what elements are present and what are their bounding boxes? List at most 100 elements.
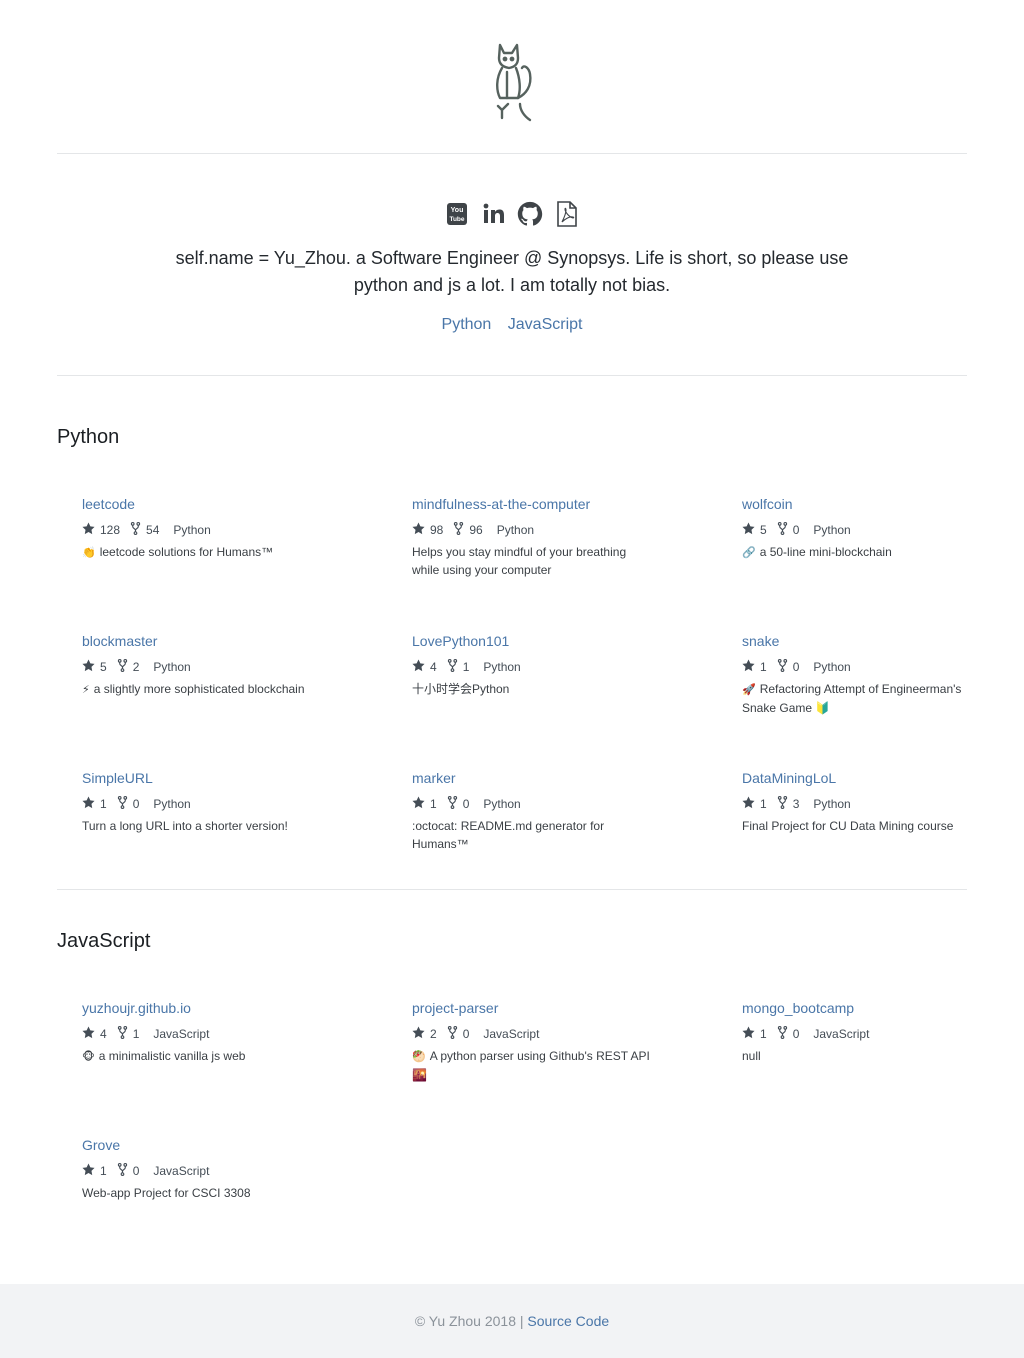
repo-name-link[interactable]: snake — [742, 632, 982, 650]
repo-card: wolfcoin 5 0 Python 🔗 a 50-line mini-blockcha… — [742, 495, 982, 562]
fork-count: 0 — [462, 797, 470, 811]
repo-name-link[interactable]: Grove — [82, 1136, 322, 1154]
repo-forks: 96 — [453, 522, 483, 538]
fork-icon — [777, 1026, 793, 1042]
repo-card: yuzhoujr.github.io 4 1 JavaScript 🐵 a minimal… — [82, 999, 322, 1066]
repo-name-link[interactable]: marker — [412, 769, 652, 787]
repo-name-link[interactable]: project-parser — [412, 999, 652, 1017]
repo-card: snake 1 0 Python 🚀 Refactoring Attempt of Eng… — [742, 632, 982, 717]
repo-meta: 2 0 JavaScript — [412, 1025, 652, 1043]
fork-count: 0 — [462, 1027, 470, 1041]
repo-forks: 0 — [777, 522, 799, 538]
fork-icon — [130, 522, 146, 538]
profile-bio: self.name = Yu_Zhou. a Software Engineer… — [175, 248, 849, 295]
fork-count: 0 — [132, 797, 140, 811]
repo-name-link[interactable]: blockmaster — [82, 632, 322, 650]
repo-description: Helps you stay mindful of your breathing… — [412, 543, 652, 579]
repo-meta: 1 0 JavaScript — [82, 1162, 322, 1180]
repo-name-link[interactable]: leetcode — [82, 495, 322, 513]
fork-icon — [453, 522, 469, 538]
star-icon — [742, 1026, 760, 1042]
repo-description-text: a 50-line mini-blockchain — [759, 545, 892, 559]
repo-language: Python — [813, 660, 851, 674]
repo-language: Python — [153, 660, 191, 674]
star-count: 1 — [760, 660, 767, 674]
fork-icon — [777, 659, 793, 675]
fork-icon — [447, 1026, 463, 1042]
repo-meta: 4 1 Python — [412, 658, 652, 676]
repo-description: Web-app Project for CSCI 3308 — [82, 1184, 322, 1202]
repo-name-link[interactable]: SimpleURL — [82, 769, 322, 787]
star-icon — [82, 659, 100, 675]
language-link-javascript[interactable]: JavaScript — [508, 316, 583, 333]
pdf-icon[interactable] — [554, 200, 580, 228]
repo-language: Python — [813, 523, 851, 537]
repo-name-link[interactable]: mongo_bootcamp — [742, 999, 982, 1017]
repo-description-text: leetcode solutions for Humans™ — [99, 545, 274, 559]
repo-description-text: a minimalistic vanilla js web — [98, 1049, 246, 1063]
repo-name-link[interactable]: DataMiningLoL — [742, 769, 982, 787]
fork-icon — [117, 1026, 133, 1042]
repo-stars: 1 — [742, 1026, 767, 1042]
star-icon — [742, 522, 760, 538]
repo-forks: 2 — [117, 659, 139, 675]
repo-description-text: a slightly more sophisticated blockchain — [93, 682, 305, 696]
repo-stars: 1 — [742, 796, 767, 812]
repo-emoji: 🐵 — [82, 1050, 95, 1063]
repo-description-text: Web-app Project for CSCI 3308 — [82, 1186, 251, 1200]
repo-meta: 98 96 Python — [412, 521, 652, 539]
github-icon[interactable] — [517, 200, 543, 228]
repo-forks: 0 — [117, 796, 140, 812]
fork-count: 3 — [792, 797, 800, 811]
repo-description-text: Helps you stay mindful of your breathing… — [412, 545, 627, 577]
repo-forks: 54 — [130, 522, 159, 538]
repo-stars: 4 — [412, 659, 437, 675]
repo-forks: 3 — [777, 796, 800, 812]
star-count: 1 — [100, 797, 107, 811]
source-code-link[interactable]: Source Code — [527, 1313, 609, 1329]
star-count: 4 — [100, 1027, 107, 1041]
repo-emoji: 🔗 — [742, 546, 756, 559]
repo-description-text: :octocat: README.md generator for Humans… — [412, 819, 605, 851]
repo-language: JavaScript — [153, 1164, 210, 1178]
language-link-python[interactable]: Python — [442, 316, 492, 333]
repo-meta: 1 0 Python — [82, 795, 322, 813]
repo-emoji: 👏 — [82, 546, 96, 559]
repo-stars: 1 — [82, 796, 107, 812]
repo-name-link[interactable]: LovePython101 — [412, 632, 652, 650]
header-divider — [57, 153, 967, 154]
repo-description: 🚀 Refactoring Attempt of Engineerman's Sn… — [742, 680, 982, 717]
repo-forks: 0 — [777, 659, 799, 675]
repo-emoji: ⚡ — [82, 683, 90, 696]
language-filter: Python JavaScript — [0, 316, 1024, 334]
repo-name-link[interactable]: wolfcoin — [742, 495, 982, 513]
repo-meta: 1 0 JavaScript — [742, 1025, 982, 1043]
star-count: 2 — [430, 1027, 437, 1041]
repo-language: Python — [813, 797, 851, 811]
star-icon — [82, 1163, 100, 1179]
repo-language: Python — [483, 660, 521, 674]
repo-emoji: 🥙 — [412, 1050, 426, 1063]
repo-language: Python — [173, 523, 211, 537]
fork-icon — [117, 659, 133, 675]
cat-logo-icon — [496, 43, 532, 122]
linkedin-icon[interactable] — [481, 200, 507, 228]
fork-count: 1 — [462, 660, 470, 674]
repo-meta: 128 54 Python — [82, 521, 322, 539]
repo-name-link[interactable]: mindfulness-at-the-computer — [412, 495, 652, 513]
repo-card: Grove 1 0 JavaScript Web-app Project for CSC… — [82, 1136, 322, 1202]
section-title-python: Python — [57, 426, 120, 448]
star-icon — [412, 796, 430, 812]
repo-stars: 5 — [82, 659, 107, 675]
repo-name-link[interactable]: yuzhoujr.github.io — [82, 999, 322, 1017]
star-icon — [82, 796, 100, 812]
youtube-icon[interactable]: You Tube — [444, 200, 470, 228]
star-icon — [742, 659, 760, 675]
repo-card: blockmaster 5 2 Python ⚡ a slightly more soph… — [82, 632, 322, 699]
repo-meta: 4 1 JavaScript — [82, 1025, 322, 1043]
repo-description: 🐵 a minimalistic vanilla js web — [82, 1047, 322, 1066]
repo-card: mongo_bootcamp 1 0 JavaScript null — [742, 999, 982, 1065]
star-count: 1 — [760, 1027, 767, 1041]
profile-divider — [57, 375, 967, 376]
repo-stars: 128 — [82, 522, 120, 538]
